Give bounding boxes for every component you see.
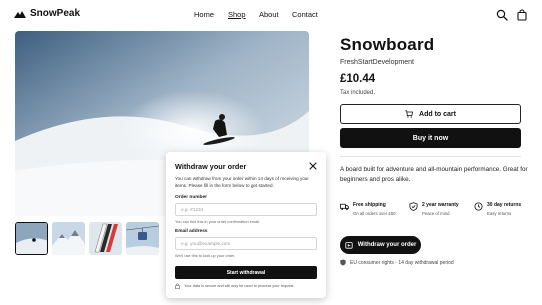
tax-note: Tax included.: [340, 90, 376, 96]
modal-title: Withdraw your order: [175, 162, 247, 171]
mountain-logo-icon: [14, 10, 26, 18]
withdraw-order-button[interactable]: Withdraw your order: [340, 236, 421, 254]
brand-name: SnowPeak: [30, 8, 81, 19]
search-icon[interactable]: [496, 9, 508, 21]
start-withdrawal-label: Start withdrawal: [226, 269, 266, 276]
product-description: A board built for adventure and all-moun…: [340, 166, 528, 183]
lock-icon: [175, 283, 180, 289]
thumbnail-1[interactable]: [15, 222, 48, 255]
withdraw-order-label: Withdraw your order: [357, 242, 417, 248]
buy-now-button[interactable]: Buy it now: [340, 128, 521, 148]
shopping-bag-icon[interactable]: [516, 9, 528, 21]
email-hint: We'll use this to look up your order.: [175, 253, 236, 258]
eu-rights-text: EU consumer rights - 14 day withdrawal p…: [350, 259, 454, 266]
divider: [340, 156, 521, 157]
feature-subtitle: Peace of mind: [422, 211, 450, 216]
start-withdrawal-button[interactable]: Start withdrawal: [175, 266, 317, 279]
nav-link-contact[interactable]: Contact: [292, 10, 318, 19]
add-to-cart-label: Add to cart: [419, 110, 456, 118]
secure-note-text: Your data is secure and will only be use…: [184, 284, 295, 288]
brand-logo[interactable]: SnowPeak: [14, 8, 80, 19]
nav-link-home[interactable]: Home: [194, 10, 214, 19]
cart-icon: [405, 110, 414, 118]
shield-check-icon: [409, 202, 418, 211]
product-vendor: FreshStartDevelopment: [340, 59, 414, 66]
eu-rights-note: EU consumer rights - 14 day withdrawal p…: [340, 259, 454, 266]
feature-title: Free shipping: [353, 202, 386, 208]
modal-intro: You can withdraw from your order within …: [175, 176, 309, 188]
close-icon[interactable]: [309, 162, 317, 170]
nav-link-about[interactable]: About: [259, 10, 279, 19]
truck-icon: [340, 203, 349, 211]
box-return-icon: [345, 242, 353, 249]
order-number-label: Order number: [175, 195, 207, 200]
product-price: £10.44: [340, 73, 376, 85]
shield-icon: [340, 259, 346, 266]
secure-note: Your data is secure and will only be use…: [175, 283, 294, 289]
add-to-cart-button[interactable]: Add to cart: [340, 104, 521, 124]
thumbnail-2[interactable]: [52, 222, 85, 255]
feature-title: 2 year warranty: [422, 202, 459, 208]
product-title: Snowboard: [340, 35, 435, 54]
order-number-hint: You can find this in your order confirma…: [175, 219, 261, 224]
email-label: Email address: [175, 229, 208, 234]
buy-now-label: Buy it now: [412, 134, 449, 142]
thumbnail-4[interactable]: [126, 222, 159, 255]
nav-link-shop[interactable]: Shop: [228, 10, 246, 19]
return-icon: [474, 202, 483, 211]
withdraw-modal: Withdraw your order You can withdraw fro…: [166, 152, 326, 298]
feature-title: 30 day returns: [487, 202, 522, 208]
order-number-input[interactable]: [175, 203, 317, 216]
feature-subtitle: On all orders over £50: [353, 211, 396, 216]
email-input[interactable]: [175, 237, 317, 250]
thumbnail-3[interactable]: [89, 222, 122, 255]
site-header: SnowPeak Home Shop About Contact: [0, 0, 542, 30]
feature-subtitle: Easy returns: [487, 211, 512, 216]
